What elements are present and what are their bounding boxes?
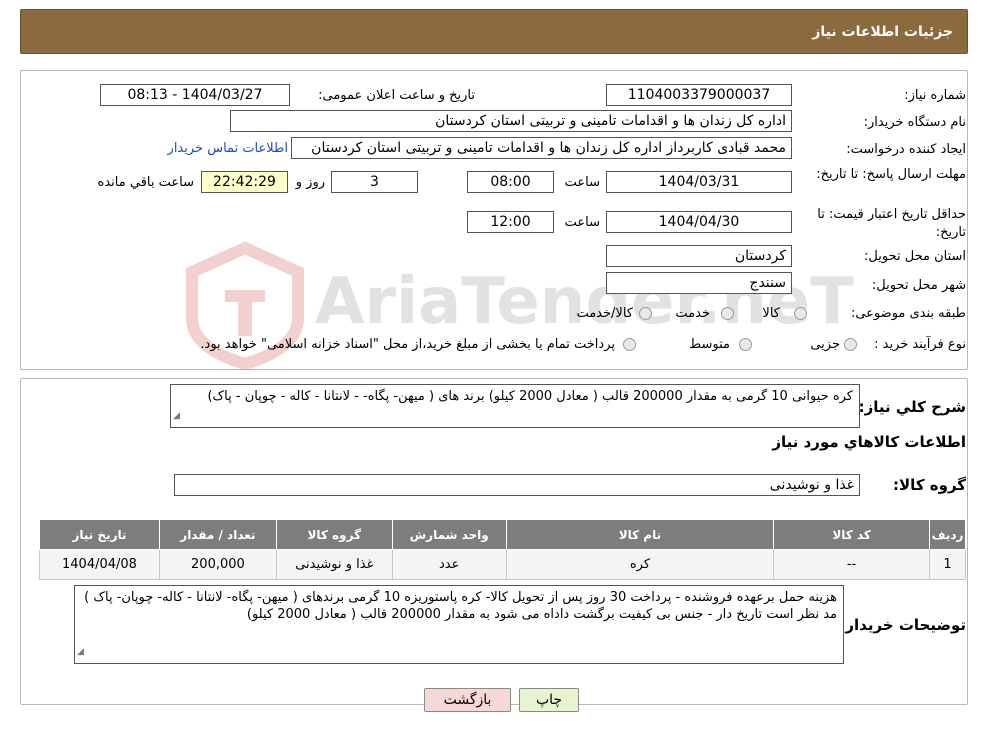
buyer-org-field: اداره کل زندان ها و اقدامات تامینی و ترب… bbox=[230, 110, 792, 132]
table-row: 1 -- کره عدد غذا و نوشیدنی 200,000 1404/… bbox=[39, 549, 966, 580]
remaining-time-field: 22:42:29 bbox=[201, 171, 288, 193]
validity-label: حداقل تاریخ اعتبار قیمت: تا تاریخ: bbox=[817, 207, 966, 240]
category-option-goods: کالا bbox=[762, 306, 780, 321]
category-radio-goods[interactable] bbox=[794, 307, 807, 320]
th-group: گروه کالا bbox=[275, 519, 393, 550]
category-radio-service[interactable] bbox=[721, 307, 734, 320]
category-radio-goods-service[interactable] bbox=[639, 307, 652, 320]
back-button[interactable]: بازگشت bbox=[424, 688, 511, 712]
process-radio-medium[interactable] bbox=[739, 338, 752, 351]
group-field: غذا و نوشیدنی bbox=[174, 474, 860, 496]
process-option-partial: جزیی bbox=[810, 337, 840, 352]
notes-label: توضیحات خریدار: bbox=[839, 616, 966, 634]
deadline-time-field: 08:00 bbox=[467, 171, 554, 193]
summary-text: کره حیوانی 10 گرمی به مقدار 200000 قالب … bbox=[207, 389, 853, 404]
th-unit: واحد شمارش bbox=[391, 519, 507, 550]
city-field: سنندج bbox=[606, 272, 792, 294]
days-label: روز و bbox=[295, 175, 325, 190]
days-field: 3 bbox=[331, 171, 418, 193]
resize-grip-icon[interactable]: ◢ bbox=[173, 408, 180, 425]
cell-group: غذا و نوشیدنی bbox=[275, 549, 393, 580]
announce-label: تاریخ و ساعت اعلان عمومی: bbox=[318, 88, 475, 103]
process-label: نوع فرآیند خرید : bbox=[874, 337, 966, 352]
process-option-medium: متوسط bbox=[689, 337, 730, 352]
cell-name: کره bbox=[505, 549, 775, 580]
deadline-date-field: 1404/03/31 bbox=[606, 171, 792, 193]
th-date: تاریخ نیاز bbox=[39, 519, 160, 550]
cell-code: -- bbox=[773, 549, 931, 580]
city-label: شهر محل تحویل: bbox=[871, 278, 966, 293]
validity-date-field: 1404/04/30 bbox=[606, 211, 792, 233]
deadline-time-label: ساعت bbox=[564, 175, 600, 190]
need-number-label: شماره نیاز: bbox=[904, 88, 966, 103]
table-header-row: ردیف کد کالا نام کالا واحد شمارش گروه کا… bbox=[39, 519, 966, 550]
items-table: ردیف کد کالا نام کالا واحد شمارش گروه کا… bbox=[39, 519, 966, 580]
province-field: کردستان bbox=[606, 245, 792, 267]
buyer-org-label: نام دستگاه خریدار: bbox=[863, 115, 966, 130]
creator-field: محمد قبادی کاربرداز اداره کل زندان ها و … bbox=[291, 137, 792, 159]
notes-textarea: هزینه حمل برعهده فروشنده - پرداخت 30 روز… bbox=[74, 585, 844, 664]
print-button[interactable]: چاپ bbox=[519, 688, 579, 712]
process-radio-partial[interactable] bbox=[844, 338, 857, 351]
group-label: گروه کالا: bbox=[893, 476, 966, 494]
remaining-label: ساعت باقي مانده bbox=[97, 175, 194, 190]
th-name: نام کالا bbox=[505, 519, 775, 550]
th-row: ردیف bbox=[929, 519, 966, 550]
validity-time-label: ساعت bbox=[564, 215, 600, 230]
category-label: طبقه بندی موضوعی: bbox=[850, 306, 966, 321]
notes-text: هزینه حمل برعهده فروشنده - پرداخت 30 روز… bbox=[84, 590, 837, 622]
page-header: جزئیات اطلاعات نیاز bbox=[20, 9, 968, 54]
cell-quantity: 200,000 bbox=[158, 549, 277, 580]
summary-textarea: کره حیوانی 10 گرمی به مقدار 200000 قالب … bbox=[170, 384, 860, 428]
th-quantity: تعداد / مقدار bbox=[158, 519, 277, 550]
cell-unit: عدد bbox=[391, 549, 507, 580]
category-option-service: خدمت bbox=[675, 306, 710, 321]
creator-label: ایجاد کننده درخواست: bbox=[846, 142, 966, 157]
items-title: اطلاعات کالاهاي مورد نياز bbox=[772, 433, 966, 451]
need-number-field: 1104003379000037 bbox=[606, 84, 792, 106]
process-note: پرداخت تمام یا بخشی از مبلغ خرید،از محل … bbox=[200, 337, 615, 352]
summary-label: شرح کلي نياز: bbox=[858, 398, 966, 416]
contact-info-link[interactable]: اطلاعات تماس خریدار bbox=[168, 141, 288, 156]
cell-row: 1 bbox=[929, 549, 966, 580]
announce-field: 1404/03/27 - 08:13 bbox=[100, 84, 290, 106]
th-code: کد کالا bbox=[773, 519, 931, 550]
deadline-label: مهلت ارسال پاسخ: تا تاریخ: bbox=[816, 167, 966, 182]
process-radio-treasury[interactable] bbox=[623, 338, 636, 351]
page-title: جزئیات اطلاعات نیاز bbox=[812, 23, 953, 40]
resize-grip-icon[interactable]: ◢ bbox=[77, 644, 84, 661]
category-option-goods-service: کالا/خدمت bbox=[576, 306, 633, 321]
cell-date: 1404/04/08 bbox=[39, 549, 160, 580]
province-label: استان محل تحویل: bbox=[864, 249, 966, 264]
validity-time-field: 12:00 bbox=[467, 211, 554, 233]
